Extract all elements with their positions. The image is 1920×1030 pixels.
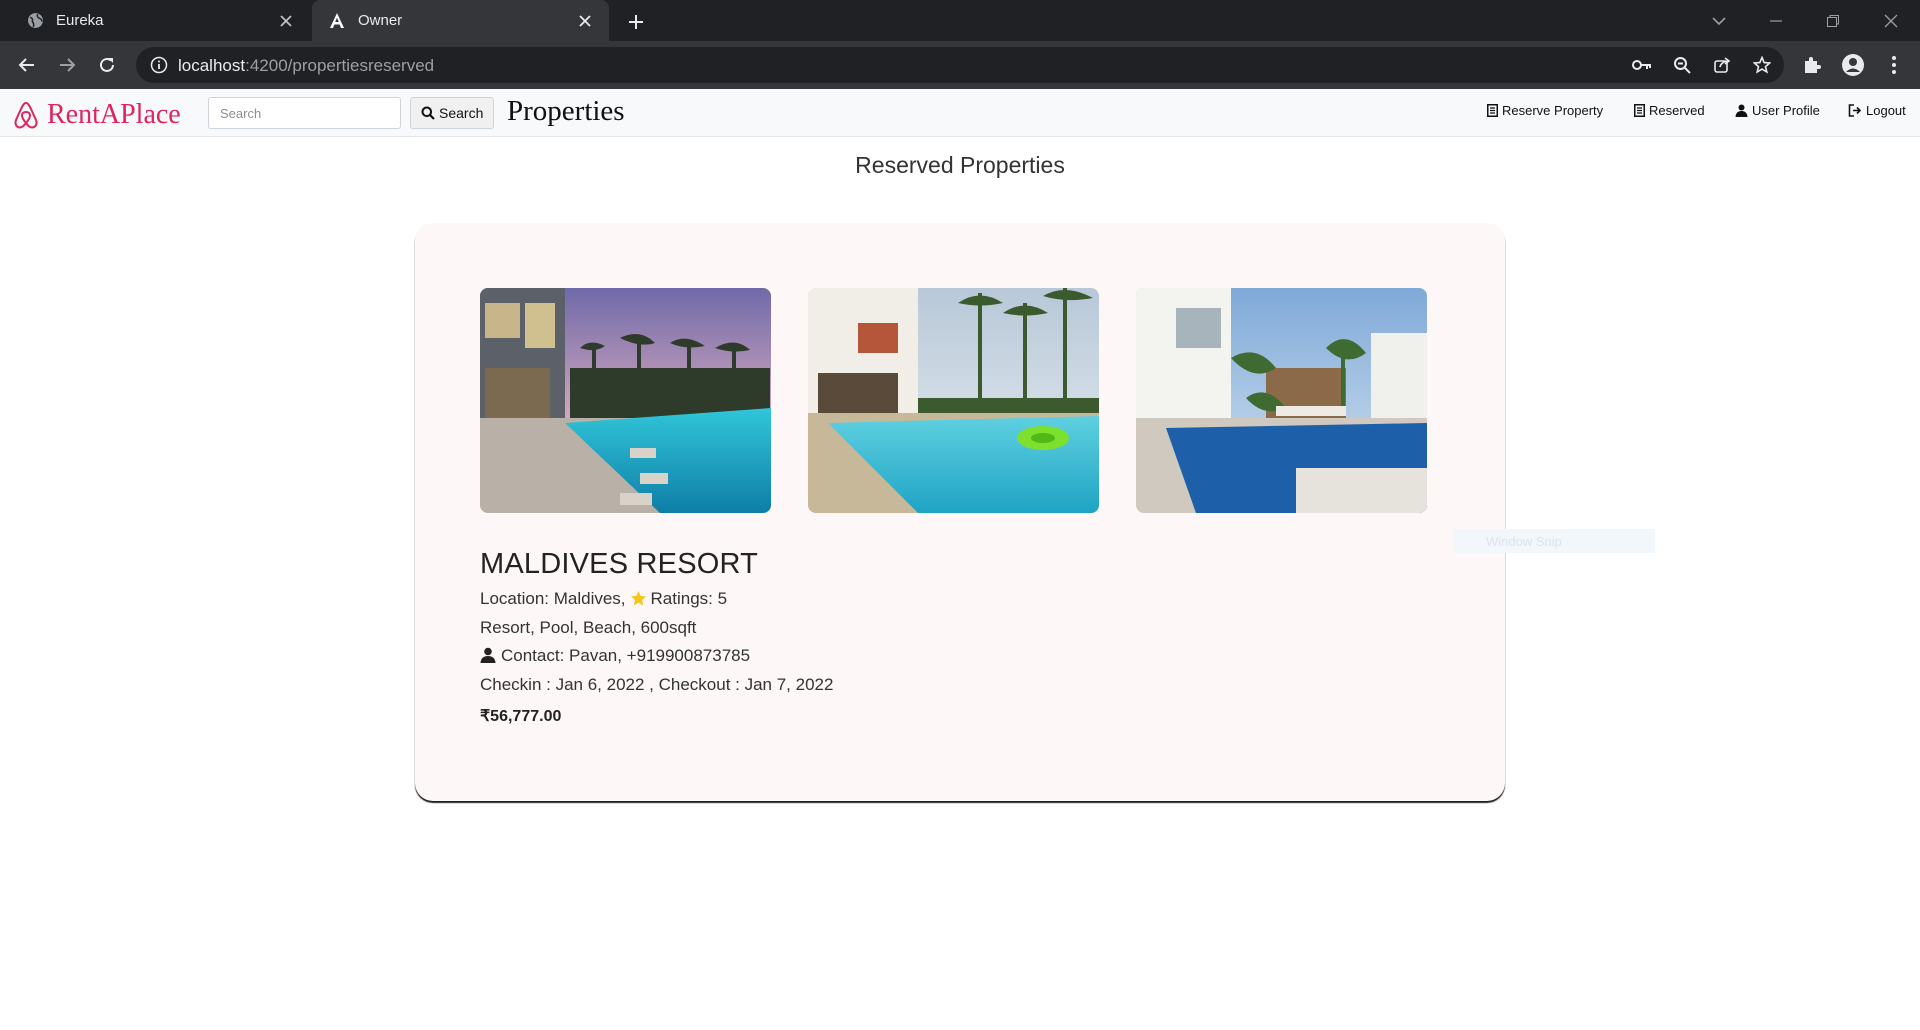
brand-name: RentAPlace [47,99,181,130]
address-bar[interactable]: localhost:4200/propertiesreserved [136,47,1784,83]
brand-logo[interactable]: RentAPlace [13,99,181,131]
contact-text: Contact: Pavan, +919900873785 [501,646,751,665]
tab-title: Owner [358,12,403,29]
property-location: Location: Maldives, Ratings: 5 [480,589,727,609]
property-price: ₹56,777.00 [480,708,562,725]
browser-toolbar: localhost:4200/propertiesreserved [0,41,1920,89]
ratings-text: Ratings: 5 [650,589,728,608]
document-icon [1487,104,1498,117]
nav-user-profile-label: User Profile [1752,103,1820,118]
profile-icon[interactable] [1841,53,1865,77]
property-contact: Contact: Pavan, +919900873785 [480,646,750,666]
back-icon[interactable] [12,50,42,80]
extensions-icon[interactable] [1800,53,1824,77]
nav-reserve-property[interactable]: Reserve Property [1487,103,1603,118]
nav-logout-label: Logout [1866,103,1906,118]
window-snip-overlay: Window Snip [1453,529,1655,553]
url-text: localhost:4200/propertiesreserved [178,56,434,76]
site-info-icon[interactable] [150,56,168,74]
nav-reserve-property-label: Reserve Property [1502,103,1604,118]
property-card: MALDIVES RESORT Location: Maldives, Rati… [415,223,1505,801]
nav-logout[interactable]: Logout [1848,103,1906,118]
nav-reserved[interactable]: Reserved [1634,103,1705,118]
close-icon[interactable] [575,11,595,31]
airbnb-icon [14,101,38,129]
url-host: localhost [178,56,246,75]
close-window-icon[interactable] [1877,7,1905,35]
page-title: Reserved Properties [855,152,1065,178]
nav-user-profile[interactable]: User Profile [1735,103,1820,118]
browser-tab-owner[interactable]: Owner [312,0,609,41]
angular-icon [328,12,346,30]
menu-dots-icon[interactable] [1882,53,1906,77]
bookmark-star-icon[interactable] [1752,55,1772,75]
user-icon [480,647,496,663]
star-icon [630,590,646,605]
user-icon [1735,104,1748,117]
pool-villa-modern-photo [1136,288,1427,513]
nav-heading: Properties [507,95,625,127]
zoom-icon[interactable] [1672,55,1692,75]
share-icon[interactable] [1712,55,1732,75]
url-path: :4200/propertiesreserved [245,56,435,75]
property-features: Resort, Pool, Beach, 600sqft [480,618,697,637]
app-navbar: RentAPlace Search Properties Reserve Pro… [0,89,1920,137]
search-input[interactable] [208,97,401,129]
new-tab-button[interactable] [624,10,648,34]
pool-villa-dusk-photo [480,288,771,513]
key-icon[interactable] [1632,55,1652,75]
search-icon [421,106,435,120]
tab-search-icon[interactable] [1705,7,1733,35]
globe-icon [26,12,44,30]
property-dates: Checkin : Jan 6, 2022 , Checkout : Jan 7… [480,675,834,694]
forward-icon[interactable] [52,50,82,80]
reload-icon[interactable] [92,50,122,80]
restore-icon[interactable] [1819,7,1847,35]
browser-tab-strip: Eureka Owner [0,0,1920,41]
tab-title: Eureka [56,12,104,29]
property-name: MALDIVES RESORT [480,548,759,580]
pool-villa-palms-photo [808,288,1099,513]
close-icon[interactable] [276,11,296,31]
search-button-label: Search [439,105,484,121]
document-icon [1634,104,1645,117]
logout-icon [1848,104,1862,117]
nav-reserved-label: Reserved [1649,103,1705,118]
search-button[interactable]: Search [410,97,495,129]
location-text: Location: Maldives, [480,589,626,608]
minimize-icon[interactable] [1762,7,1790,35]
browser-tab-eureka[interactable]: Eureka [0,0,310,41]
